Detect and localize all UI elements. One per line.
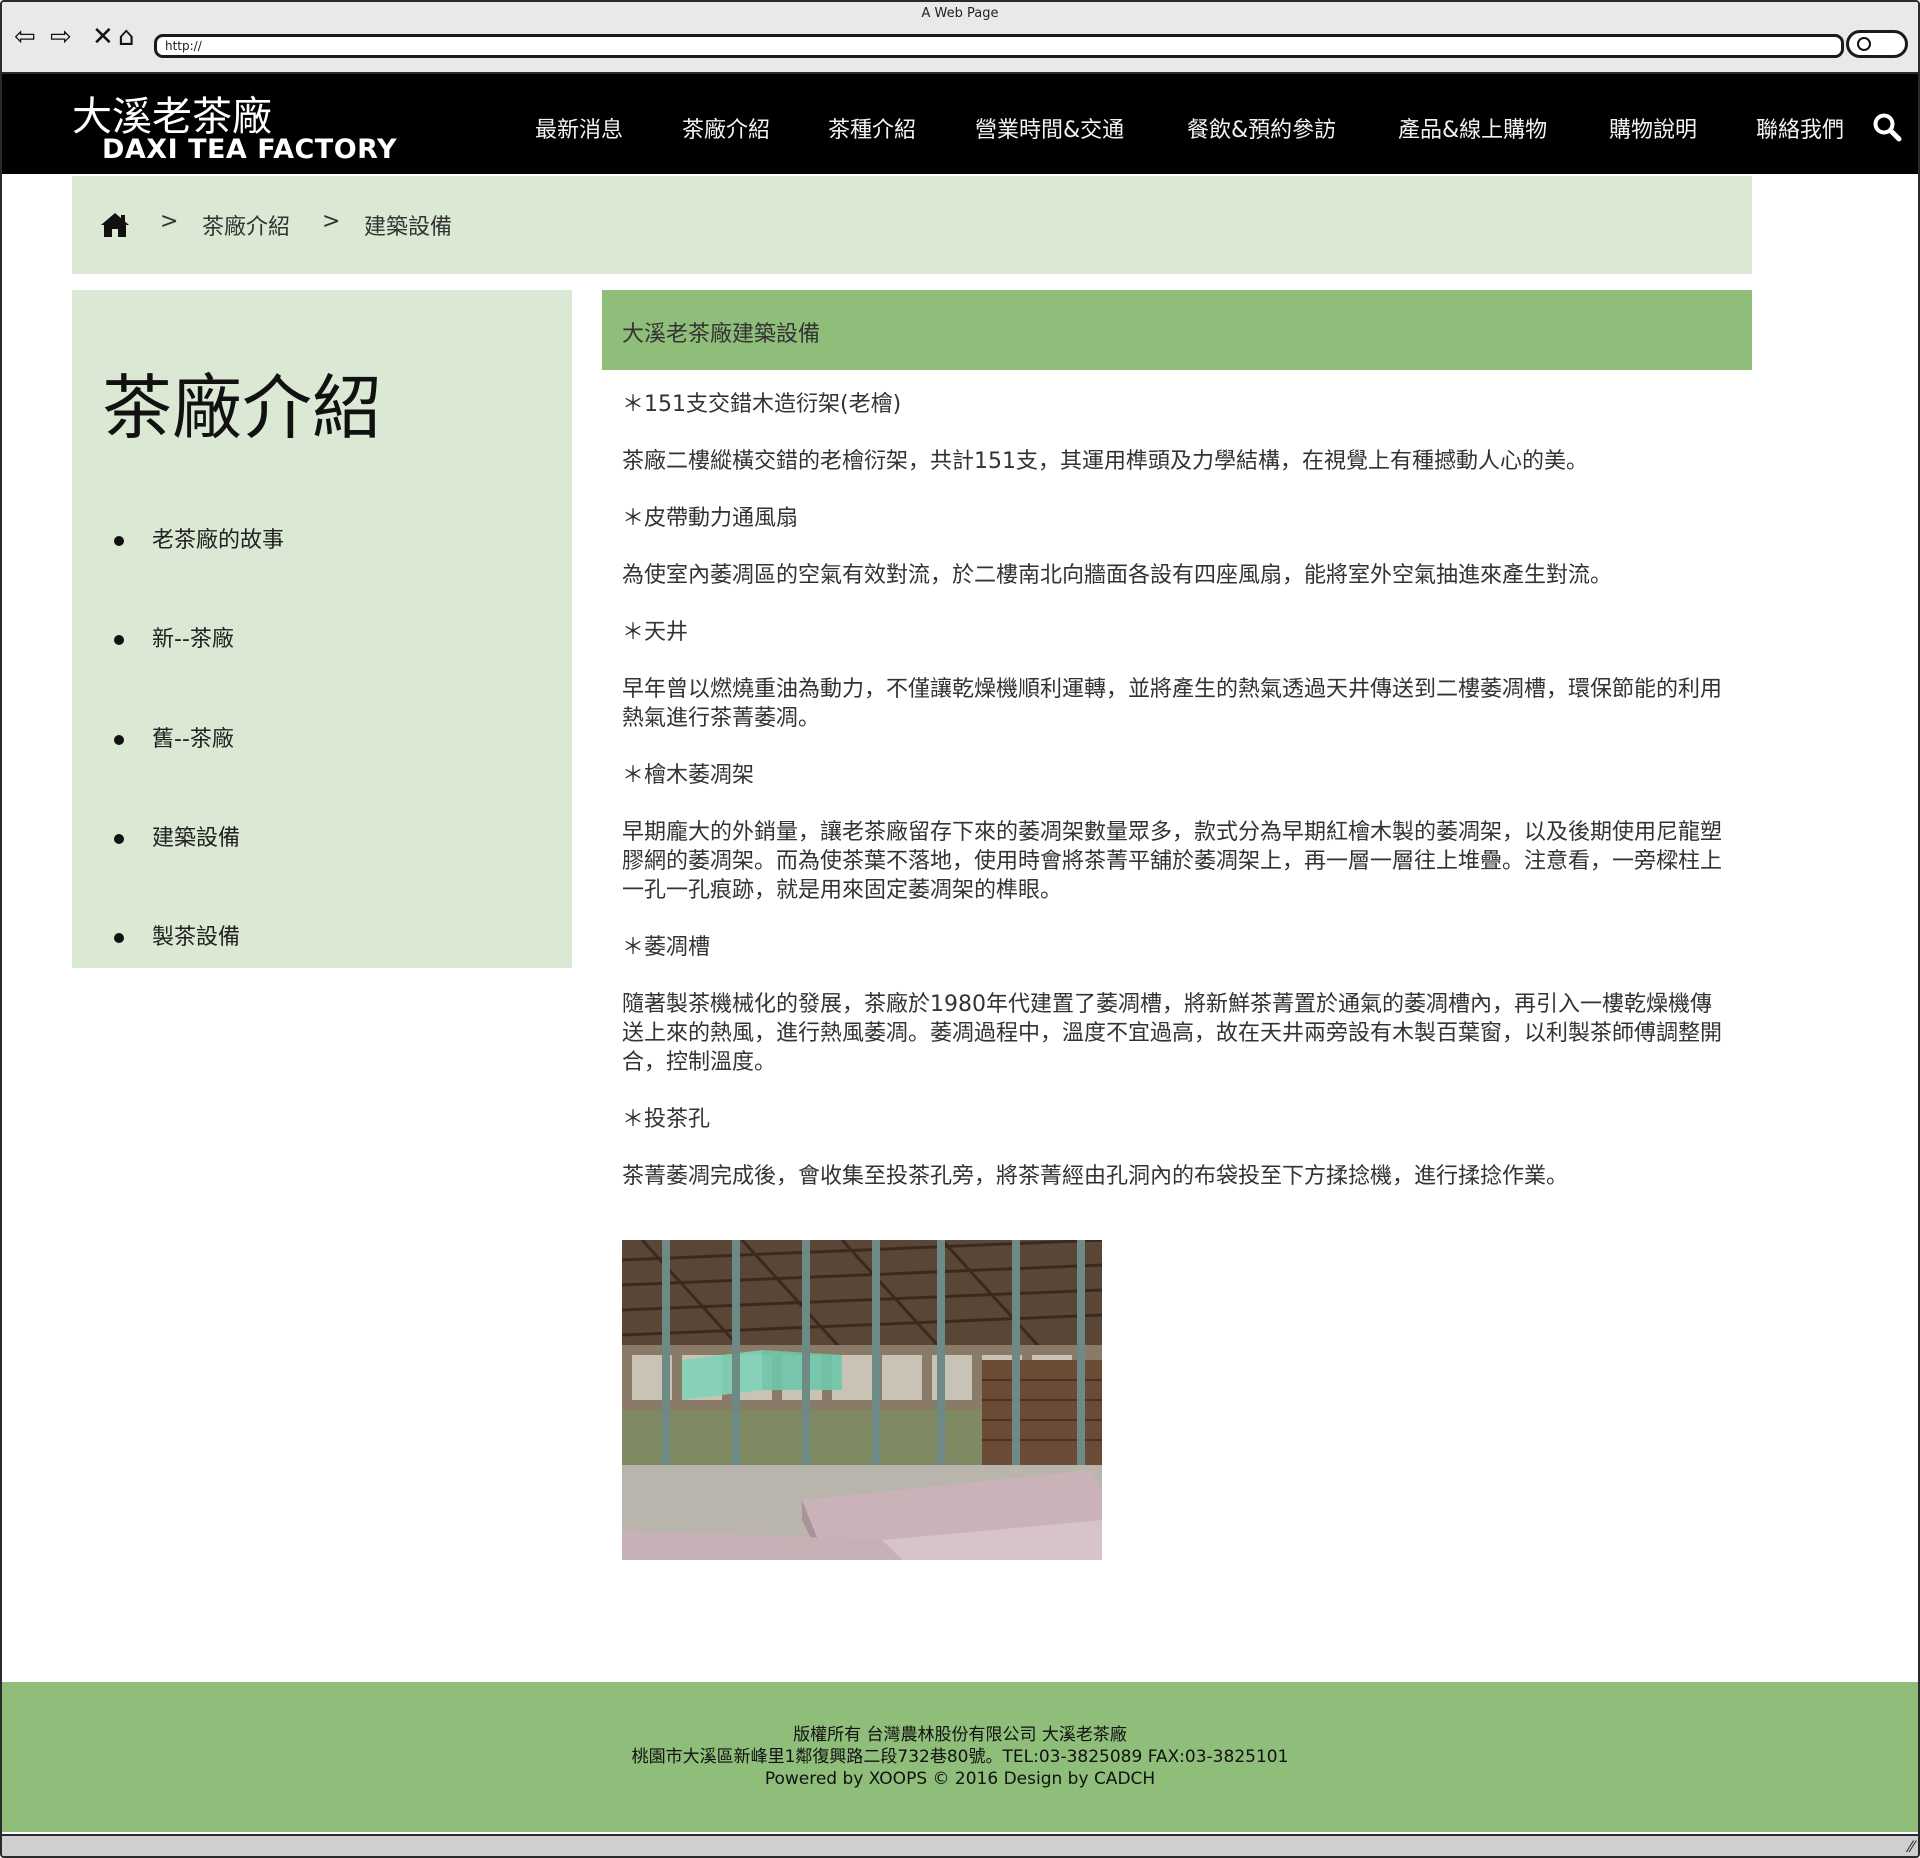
site-footer: 版權所有 台灣農林股份有限公司 大溪老茶廠 桃園市大溪區新峰里1鄰復興路二段73… xyxy=(2,1682,1918,1832)
paragraph: 為使室內萎凋區的空氣有效對流，於二樓南北向牆面各設有四座風扇，能將室外空氣抽進來… xyxy=(622,563,1613,588)
sidebar-item-tea-making-equipment[interactable]: 製茶設備 xyxy=(114,919,240,951)
browser-search-field[interactable] xyxy=(1846,30,1908,58)
sidebar-item-label: 建築設備 xyxy=(152,826,241,851)
sidebar: 茶廠介紹 老茶廠的故事 新--茶廠 舊--茶廠 建築設備 製茶設備 xyxy=(72,290,572,968)
home-icon[interactable] xyxy=(100,212,130,238)
bullet-icon xyxy=(114,536,124,546)
browser-toolbar: A Web Page ⇦ ⇨ ✕ ⌂ http:// xyxy=(2,2,1918,74)
sidebar-title: 茶廠介紹 xyxy=(102,367,382,449)
stop-icon[interactable]: ✕ xyxy=(92,24,114,50)
paragraph: 早年曾以燃燒重油為動力，不僅讓乾燥機順利運轉，並將產生的熱氣透過天井傳送到二樓萎… xyxy=(622,677,1723,731)
nav-item-tea-types[interactable]: 茶種介紹 xyxy=(828,112,916,144)
article-body: ＊151支交錯木造衍架(老檜) 茶廠二樓縱橫交錯的老檜衍架，共計151支，其運用… xyxy=(622,390,1732,1219)
sidebar-item-new-factory[interactable]: 新--茶廠 xyxy=(114,621,234,653)
nav-item-hours-transport[interactable]: 營業時間&交通 xyxy=(975,112,1124,144)
breadcrumb-separator: > xyxy=(160,209,179,234)
sidebar-item-label: 新--茶廠 xyxy=(152,627,234,652)
back-icon[interactable]: ⇦ xyxy=(14,24,36,50)
bullet-icon xyxy=(114,735,124,745)
bullet-icon xyxy=(114,933,124,943)
home-icon[interactable]: ⌂ xyxy=(118,24,135,50)
factory-interior-photo xyxy=(622,1240,1102,1560)
section-title: ＊檜木萎凋架 xyxy=(622,763,755,788)
browser-status-bar: ⁄⁄ xyxy=(2,1834,1918,1856)
bullet-icon xyxy=(114,635,124,645)
breadcrumb-separator: > xyxy=(322,209,341,234)
bullet-icon xyxy=(114,834,124,844)
content-heading: 大溪老茶廠建築設備 xyxy=(622,322,821,347)
section-title: ＊萎凋槽 xyxy=(622,935,711,960)
nav-item-news[interactable]: 最新消息 xyxy=(535,112,623,144)
search-icon xyxy=(1857,37,1871,51)
paragraph: 隨著製茶機械化的發展，茶廠於1980年代建置了萎凋槽，將新鮮茶菁置於通氣的萎凋槽… xyxy=(622,992,1723,1075)
breadcrumb-item-current: 建築設備 xyxy=(364,215,453,240)
nav-item-products-shop[interactable]: 產品&線上購物 xyxy=(1398,112,1547,144)
footer-copyright: 版權所有 台灣農林股份有限公司 大溪老茶廠 xyxy=(793,1725,1127,1745)
section-title: ＊151支交錯木造衍架(老檜) xyxy=(622,392,902,417)
sidebar-item-story[interactable]: 老茶廠的故事 xyxy=(114,522,284,554)
paragraph: 茶菁萎凋完成後，會收集至投茶孔旁，將茶菁經由孔洞內的布袋投至下方揉捻機，進行揉捻… xyxy=(622,1164,1569,1189)
sidebar-item-building-equipment[interactable]: 建築設備 xyxy=(114,820,240,852)
url-input[interactable]: http:// xyxy=(154,34,1844,58)
forward-icon[interactable]: ⇨ xyxy=(50,24,72,50)
breadcrumb-item-factory-intro[interactable]: 茶廠介紹 xyxy=(202,209,290,241)
nav-item-contact[interactable]: 聯絡我們 xyxy=(1756,112,1844,144)
footer-credits: Powered by XOOPS © 2016 Design by CADCH xyxy=(764,1769,1156,1789)
sidebar-item-old-factory[interactable]: 舊--茶廠 xyxy=(114,721,234,753)
search-icon[interactable] xyxy=(1872,112,1902,142)
nav-item-shopping-guide[interactable]: 購物說明 xyxy=(1609,112,1697,144)
sidebar-item-label: 製茶設備 xyxy=(152,925,241,950)
paragraph: 茶廠二樓縱橫交錯的老檜衍架，共計151支，其運用榫頭及力學結構，在視覺上有種撼動… xyxy=(622,449,1588,474)
breadcrumb: > 茶廠介紹 > 建築設備 xyxy=(72,176,1752,274)
resize-grip-icon[interactable]: ⁄⁄ xyxy=(1909,1837,1914,1856)
sidebar-item-label: 老茶廠的故事 xyxy=(152,528,285,553)
paragraph: 早期龐大的外銷量，讓老茶廠留存下來的萎凋架數量眾多，款式分為早期紅檜木製的萎凋架… xyxy=(622,820,1723,903)
section-title: ＊天井 xyxy=(622,620,689,645)
site-header: 大溪老茶廠 DAXI TEA FACTORY 最新消息 茶廠介紹 茶種介紹 營業… xyxy=(2,74,1918,174)
sidebar-item-label: 舊--茶廠 xyxy=(152,727,234,752)
footer-address: 桃園市大溪區新峰里1鄰復興路二段732巷80號。TEL:03-3825089 F… xyxy=(631,1747,1289,1767)
logo-english[interactable]: DAXI TEA FACTORY xyxy=(102,134,397,165)
section-title: ＊皮帶動力通風扇 xyxy=(622,506,799,531)
section-title: ＊投茶孔 xyxy=(622,1107,711,1132)
content-heading-bar: 大溪老茶廠建築設備 xyxy=(602,290,1752,370)
nav-item-dining-booking[interactable]: 餐飲&預約參訪 xyxy=(1187,112,1336,144)
nav-item-factory-intro[interactable]: 茶廠介紹 xyxy=(682,112,770,144)
browser-window: A Web Page ⇦ ⇨ ✕ ⌂ http:// 大溪老茶廠 DAXI TE… xyxy=(0,0,1920,1858)
window-title: A Web Page xyxy=(921,6,999,21)
